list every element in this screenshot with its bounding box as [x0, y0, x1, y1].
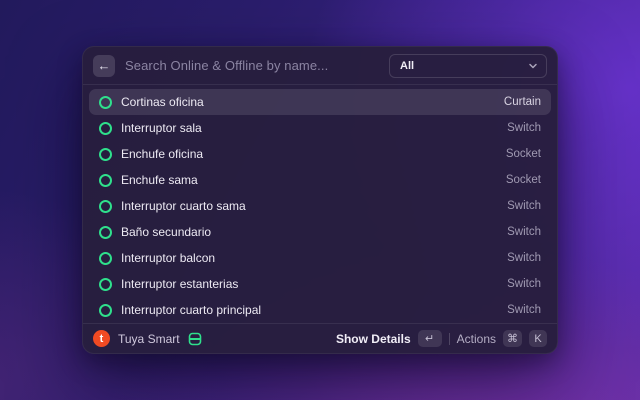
- device-type-badge: Switch: [507, 200, 541, 212]
- list-item[interactable]: Enchufe sama Socket: [89, 167, 551, 193]
- device-type-badge: Switch: [507, 304, 541, 316]
- footer-divider: [449, 333, 450, 345]
- list-item[interactable]: Cortinas oficina Curtain: [89, 89, 551, 115]
- device-type-badge: Switch: [507, 252, 541, 264]
- cmd-key[interactable]: ⌘: [503, 330, 522, 347]
- search-bar: ← Search Online & Offline by name... All: [83, 47, 557, 85]
- device-status-ring-icon: [99, 122, 112, 135]
- device-box-icon: [188, 332, 202, 346]
- device-label: Interruptor balcon: [121, 251, 215, 265]
- device-label: Interruptor estanterias: [121, 277, 238, 291]
- tuya-logo-icon: t: [93, 330, 110, 347]
- app-name: Tuya Smart: [118, 332, 180, 346]
- list-item[interactable]: Interruptor sala Switch: [89, 115, 551, 141]
- launcher-window: ← Search Online & Offline by name... All…: [82, 46, 558, 354]
- show-details-button[interactable]: Show Details: [336, 332, 411, 346]
- device-status-ring-icon: [99, 200, 112, 213]
- list-item[interactable]: Interruptor estanterias Switch: [89, 271, 551, 297]
- device-label: Baño secundario: [121, 225, 211, 239]
- back-arrow-icon: ←: [98, 58, 111, 73]
- filter-dropdown-value: All: [400, 60, 528, 72]
- list-item[interactable]: Interruptor balcon Switch: [89, 245, 551, 271]
- device-type-badge: Curtain: [504, 96, 541, 108]
- device-type-badge: Switch: [507, 278, 541, 290]
- device-status-ring-icon: [99, 278, 112, 291]
- device-status-ring-icon: [99, 174, 112, 187]
- chevron-down-icon: [528, 61, 538, 71]
- device-status-ring-icon: [99, 148, 112, 161]
- device-label: Enchufe oficina: [121, 147, 203, 161]
- device-label: Interruptor cuarto sama: [121, 199, 246, 213]
- device-type-badge: Socket: [506, 148, 541, 160]
- device-status-ring-icon: [99, 252, 112, 265]
- list-item[interactable]: Interruptor cuarto principal Switch: [89, 297, 551, 323]
- tuya-logo-letter: t: [100, 333, 104, 345]
- device-list: Cortinas oficina Curtain Interruptor sal…: [83, 85, 557, 323]
- device-type-badge: Switch: [507, 122, 541, 134]
- device-status-ring-icon: [99, 96, 112, 109]
- footer-actions: Show Details ↵ Actions ⌘ K: [336, 330, 547, 347]
- device-label: Enchufe sama: [121, 173, 198, 187]
- filter-dropdown[interactable]: All: [389, 54, 547, 78]
- enter-key[interactable]: ↵: [418, 330, 442, 347]
- device-label: Interruptor cuarto principal: [121, 303, 261, 317]
- footer-bar: t Tuya Smart Show Details ↵ Actions ⌘ K: [83, 323, 557, 353]
- back-button[interactable]: ←: [93, 55, 115, 77]
- list-item[interactable]: Interruptor cuarto sama Switch: [89, 193, 551, 219]
- device-status-ring-icon: [99, 226, 112, 239]
- list-item[interactable]: Baño secundario Switch: [89, 219, 551, 245]
- device-type-badge: Socket: [506, 174, 541, 186]
- device-type-badge: Switch: [507, 226, 541, 238]
- search-input[interactable]: Search Online & Offline by name...: [125, 58, 379, 73]
- device-status-ring-icon: [99, 304, 112, 317]
- device-label: Cortinas oficina: [121, 95, 204, 109]
- actions-button[interactable]: Actions: [457, 332, 496, 346]
- k-key[interactable]: K: [529, 330, 547, 347]
- list-item[interactable]: Enchufe oficina Socket: [89, 141, 551, 167]
- device-label: Interruptor sala: [121, 121, 202, 135]
